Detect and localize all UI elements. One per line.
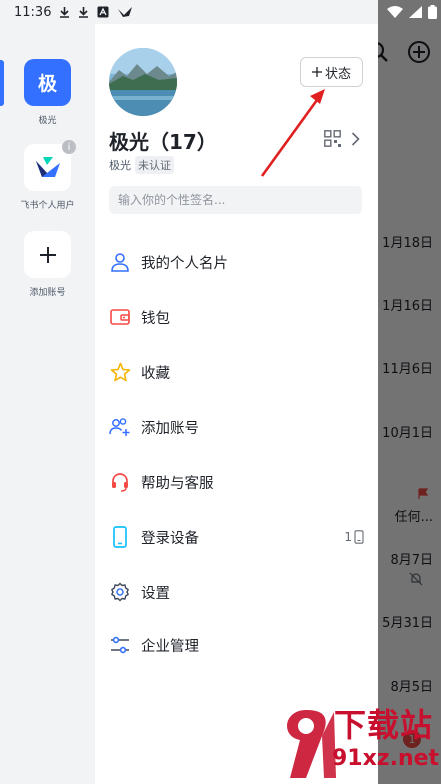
wifi-icon [387,6,403,18]
chat-date: 1月16日 [382,299,433,314]
profile-org: 极光 [109,159,131,172]
menu-label: 登录设备 [141,530,199,547]
device-count: 1 [344,530,364,544]
profile-org-line: 极光 未认证 [109,156,174,174]
watermark-line2: 91xz.net [332,746,440,771]
phone-icon [109,526,131,548]
active-account-indicator [0,60,4,106]
menu-item-settings[interactable]: 设置 [109,572,364,612]
menu-item-add-account[interactable]: 添加账号 [109,407,364,447]
profile-avatar[interactable] [109,48,177,116]
download-icon [79,7,89,18]
menu-item-favorites[interactable]: 收藏 [109,352,364,392]
signature-input[interactable] [109,186,362,214]
chat-date: 8月7日 [390,553,433,568]
menu-label: 添加账号 [141,420,199,437]
plus-icon [311,67,322,77]
chat-date: 8月5日 [390,680,433,695]
menu-item-enterprise[interactable]: 企业管理 [109,625,364,665]
battery-icon [428,5,437,19]
chat-preview: 任何... [394,510,433,525]
add-account-button[interactable]: 添加账号 [24,231,71,298]
download-icon [60,7,70,18]
mute-bell-icon [409,572,423,586]
wallet-icon [109,306,131,328]
device-count-value: 1 [344,530,352,544]
menu-item-wallet[interactable]: 钱包 [109,297,364,337]
gear-icon [109,581,131,603]
sliders-icon [109,634,131,656]
menu-item-business-card[interactable]: 我的个人名片 [109,242,364,282]
profile-name[interactable]: 极光（17） [109,126,217,155]
plus-icon[interactable] [24,231,71,278]
account-label: 极光 [38,116,57,126]
menu-label: 钱包 [141,310,170,327]
menu-label: 企业管理 [141,638,199,655]
small-phone-icon [354,530,364,544]
status-bar: 11:36 [0,0,378,24]
app-notification-icon [97,6,109,18]
bird-notification-icon [118,7,133,17]
menu-label: 我的个人名片 [141,255,228,272]
flag-icon [418,488,429,499]
menu-item-devices[interactable]: 登录设备 1 [109,517,364,557]
chat-date: 5月31日 [382,616,433,631]
feishu-logo-icon[interactable]: i [24,140,76,191]
watermark-line1: 下载站 [334,706,434,744]
status-button-label: 状态 [324,66,351,82]
watermark-logo-icon [287,710,336,778]
star-icon [109,361,131,383]
set-status-button[interactable]: 状态 [300,57,363,87]
info-badge-icon: i [62,140,76,154]
person-icon [109,251,131,273]
account-switcher: 极 极光 i 飞书个人用户 添加账号 [0,24,95,784]
qr-code-icon[interactable] [324,130,341,147]
account-label: 飞书个人用户 [20,201,75,211]
account-item-jiguang[interactable]: 极 极光 [24,59,71,126]
chat-date: 10月1日 [382,426,433,441]
chat-date: 1月18日 [382,236,433,251]
status-time: 11:36 [14,4,52,20]
chevron-right-icon[interactable] [351,131,360,146]
account-label: 添加账号 [29,288,66,298]
signal-icon [409,6,422,18]
headset-icon [109,471,131,493]
profile-drawer: 状态 极光（17） 极光 未认证 我的个人名片 钱包 [95,0,378,784]
menu-item-help[interactable]: 帮助与客服 [109,462,364,502]
site-watermark: 下载站 91xz.net [276,700,441,784]
chat-date: 11月6日 [382,362,433,377]
status-system-icons [387,0,437,24]
account-avatar[interactable]: 极 [24,59,71,106]
account-item-personal[interactable]: i 飞书个人用户 [20,140,76,211]
account-initial: 极 [37,73,57,95]
verify-badge[interactable]: 未认证 [135,156,174,174]
add-user-icon [109,416,131,438]
menu-label: 收藏 [141,365,170,382]
menu-label: 设置 [141,585,170,602]
profile-qr-link[interactable] [324,130,360,147]
menu-label: 帮助与客服 [141,475,214,492]
